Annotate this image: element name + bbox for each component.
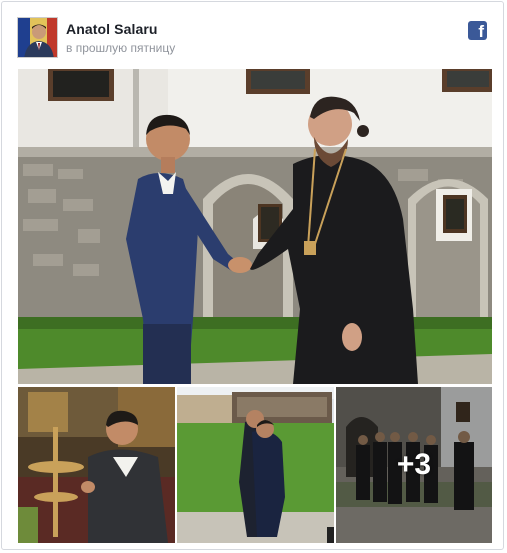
- post-header: Anatol Salaru в прошлую пятницу f: [2, 2, 503, 68]
- facebook-icon: f: [468, 21, 487, 40]
- post-timestamp[interactable]: в прошлую пятницу: [66, 41, 175, 55]
- more-photos-count: +3: [396, 448, 432, 481]
- more-photos-overlay[interactable]: +3: [336, 387, 492, 543]
- thumbnail-photo[interactable]: [18, 387, 175, 543]
- thumbnail-photo[interactable]: [177, 387, 334, 543]
- avatar[interactable]: [17, 17, 58, 58]
- thumbnail-more-photos[interactable]: +3: [336, 387, 492, 543]
- main-photo[interactable]: [18, 69, 492, 384]
- post-card: Anatol Salaru в прошлую пятницу f +3: [1, 1, 504, 550]
- author-name[interactable]: Anatol Salaru: [66, 21, 158, 37]
